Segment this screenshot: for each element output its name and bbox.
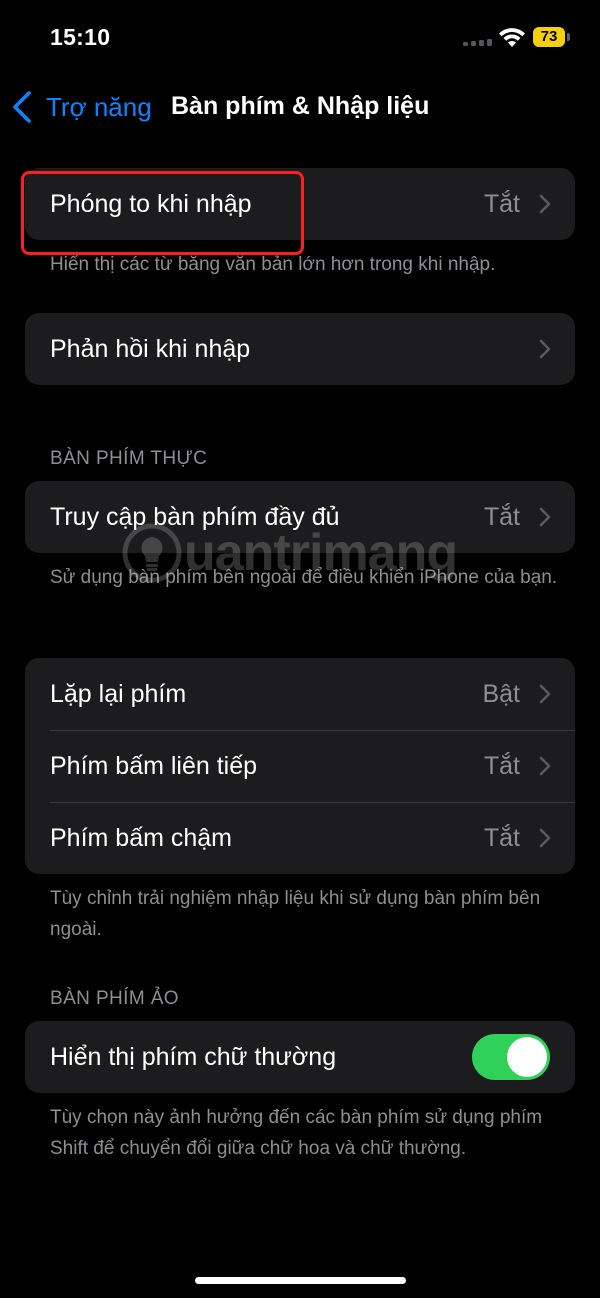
row-label: Phóng to khi nhập <box>50 189 252 218</box>
row-value: Tắt <box>483 190 520 218</box>
row-label: Lặp lại phím <box>50 679 187 708</box>
chevron-right-icon <box>539 507 551 527</box>
hardware-keyboard-header: BÀN PHÍM THỰC <box>50 448 208 469</box>
full-keyboard-access-group: Truy cập bàn phím đầy đủ Tắt <box>25 481 575 553</box>
back-button[interactable]: Trợ năng <box>12 84 152 130</box>
software-keyboard-footer: Tùy chọn này ảnh hưởng đến các bàn phím … <box>50 1107 543 1159</box>
row-value: Tắt <box>483 752 520 780</box>
typing-feedback-row[interactable]: Phản hồi khi nhập <box>25 313 575 385</box>
navigation-bar: Trợ năng Bàn phím & Nhập liệu <box>0 80 600 136</box>
page-title: Bàn phím & Nhập liệu <box>171 92 430 120</box>
status-bar: 15:10 73 <box>0 0 600 80</box>
row-label: Phản hồi khi nhập <box>50 334 251 363</box>
show-lowercase-keys-toggle[interactable] <box>472 1034 550 1080</box>
row-label: Phím bấm chậm <box>50 823 233 852</box>
typing-zoom-footer: Hiển thị các từ bằng văn bản lớn hơn tro… <box>50 254 496 275</box>
home-indicator[interactable] <box>195 1277 406 1284</box>
chevron-right-icon <box>539 194 551 214</box>
show-lowercase-keys-row: Hiển thị phím chữ thường <box>25 1021 575 1093</box>
wifi-icon <box>499 28 525 47</box>
row-value: Tắt <box>483 503 520 531</box>
battery-icon: 73 <box>533 27 571 47</box>
battery-level: 73 <box>533 27 565 47</box>
software-keyboard-header: BÀN PHÍM ẢO <box>50 988 179 1009</box>
key-settings-group: Lặp lại phím Bật Phím bấm liên tiếp Tắt … <box>25 658 575 874</box>
cellular-signal-icon <box>463 38 493 46</box>
chevron-right-icon <box>539 339 551 359</box>
row-value: Bật <box>482 680 520 708</box>
typing-zoom-row[interactable]: Phóng to khi nhập Tắt <box>25 168 575 240</box>
row-value: Tắt <box>483 824 520 852</box>
slow-keys-row[interactable]: Phím bấm chậm Tắt <box>25 802 575 874</box>
typing-feedback-group: Phản hồi khi nhập <box>25 313 575 385</box>
full-keyboard-access-footer: Sử dụng bàn phím bên ngoài để điều khiển… <box>50 567 558 588</box>
chevron-right-icon <box>539 828 551 848</box>
key-repeat-row[interactable]: Lặp lại phím Bật <box>25 658 575 730</box>
chevron-right-icon <box>539 756 551 776</box>
key-settings-footer: Tùy chỉnh trải nghiệm nhập liệu khi sử d… <box>50 888 541 940</box>
sticky-keys-row[interactable]: Phím bấm liên tiếp Tắt <box>25 730 575 802</box>
row-label: Phím bấm liên tiếp <box>50 751 258 780</box>
software-keyboard-group: Hiển thị phím chữ thường <box>25 1021 575 1093</box>
typing-zoom-group: Phóng to khi nhập Tắt <box>25 168 575 240</box>
back-button-label: Trợ năng <box>46 91 152 122</box>
row-label: Truy cập bàn phím đầy đủ <box>50 502 340 531</box>
full-keyboard-access-row[interactable]: Truy cập bàn phím đầy đủ Tắt <box>25 481 575 553</box>
row-label: Hiển thị phím chữ thường <box>50 1042 337 1071</box>
chevron-right-icon <box>539 684 551 704</box>
status-time: 15:10 <box>50 24 111 50</box>
back-chevron-icon <box>13 91 31 123</box>
